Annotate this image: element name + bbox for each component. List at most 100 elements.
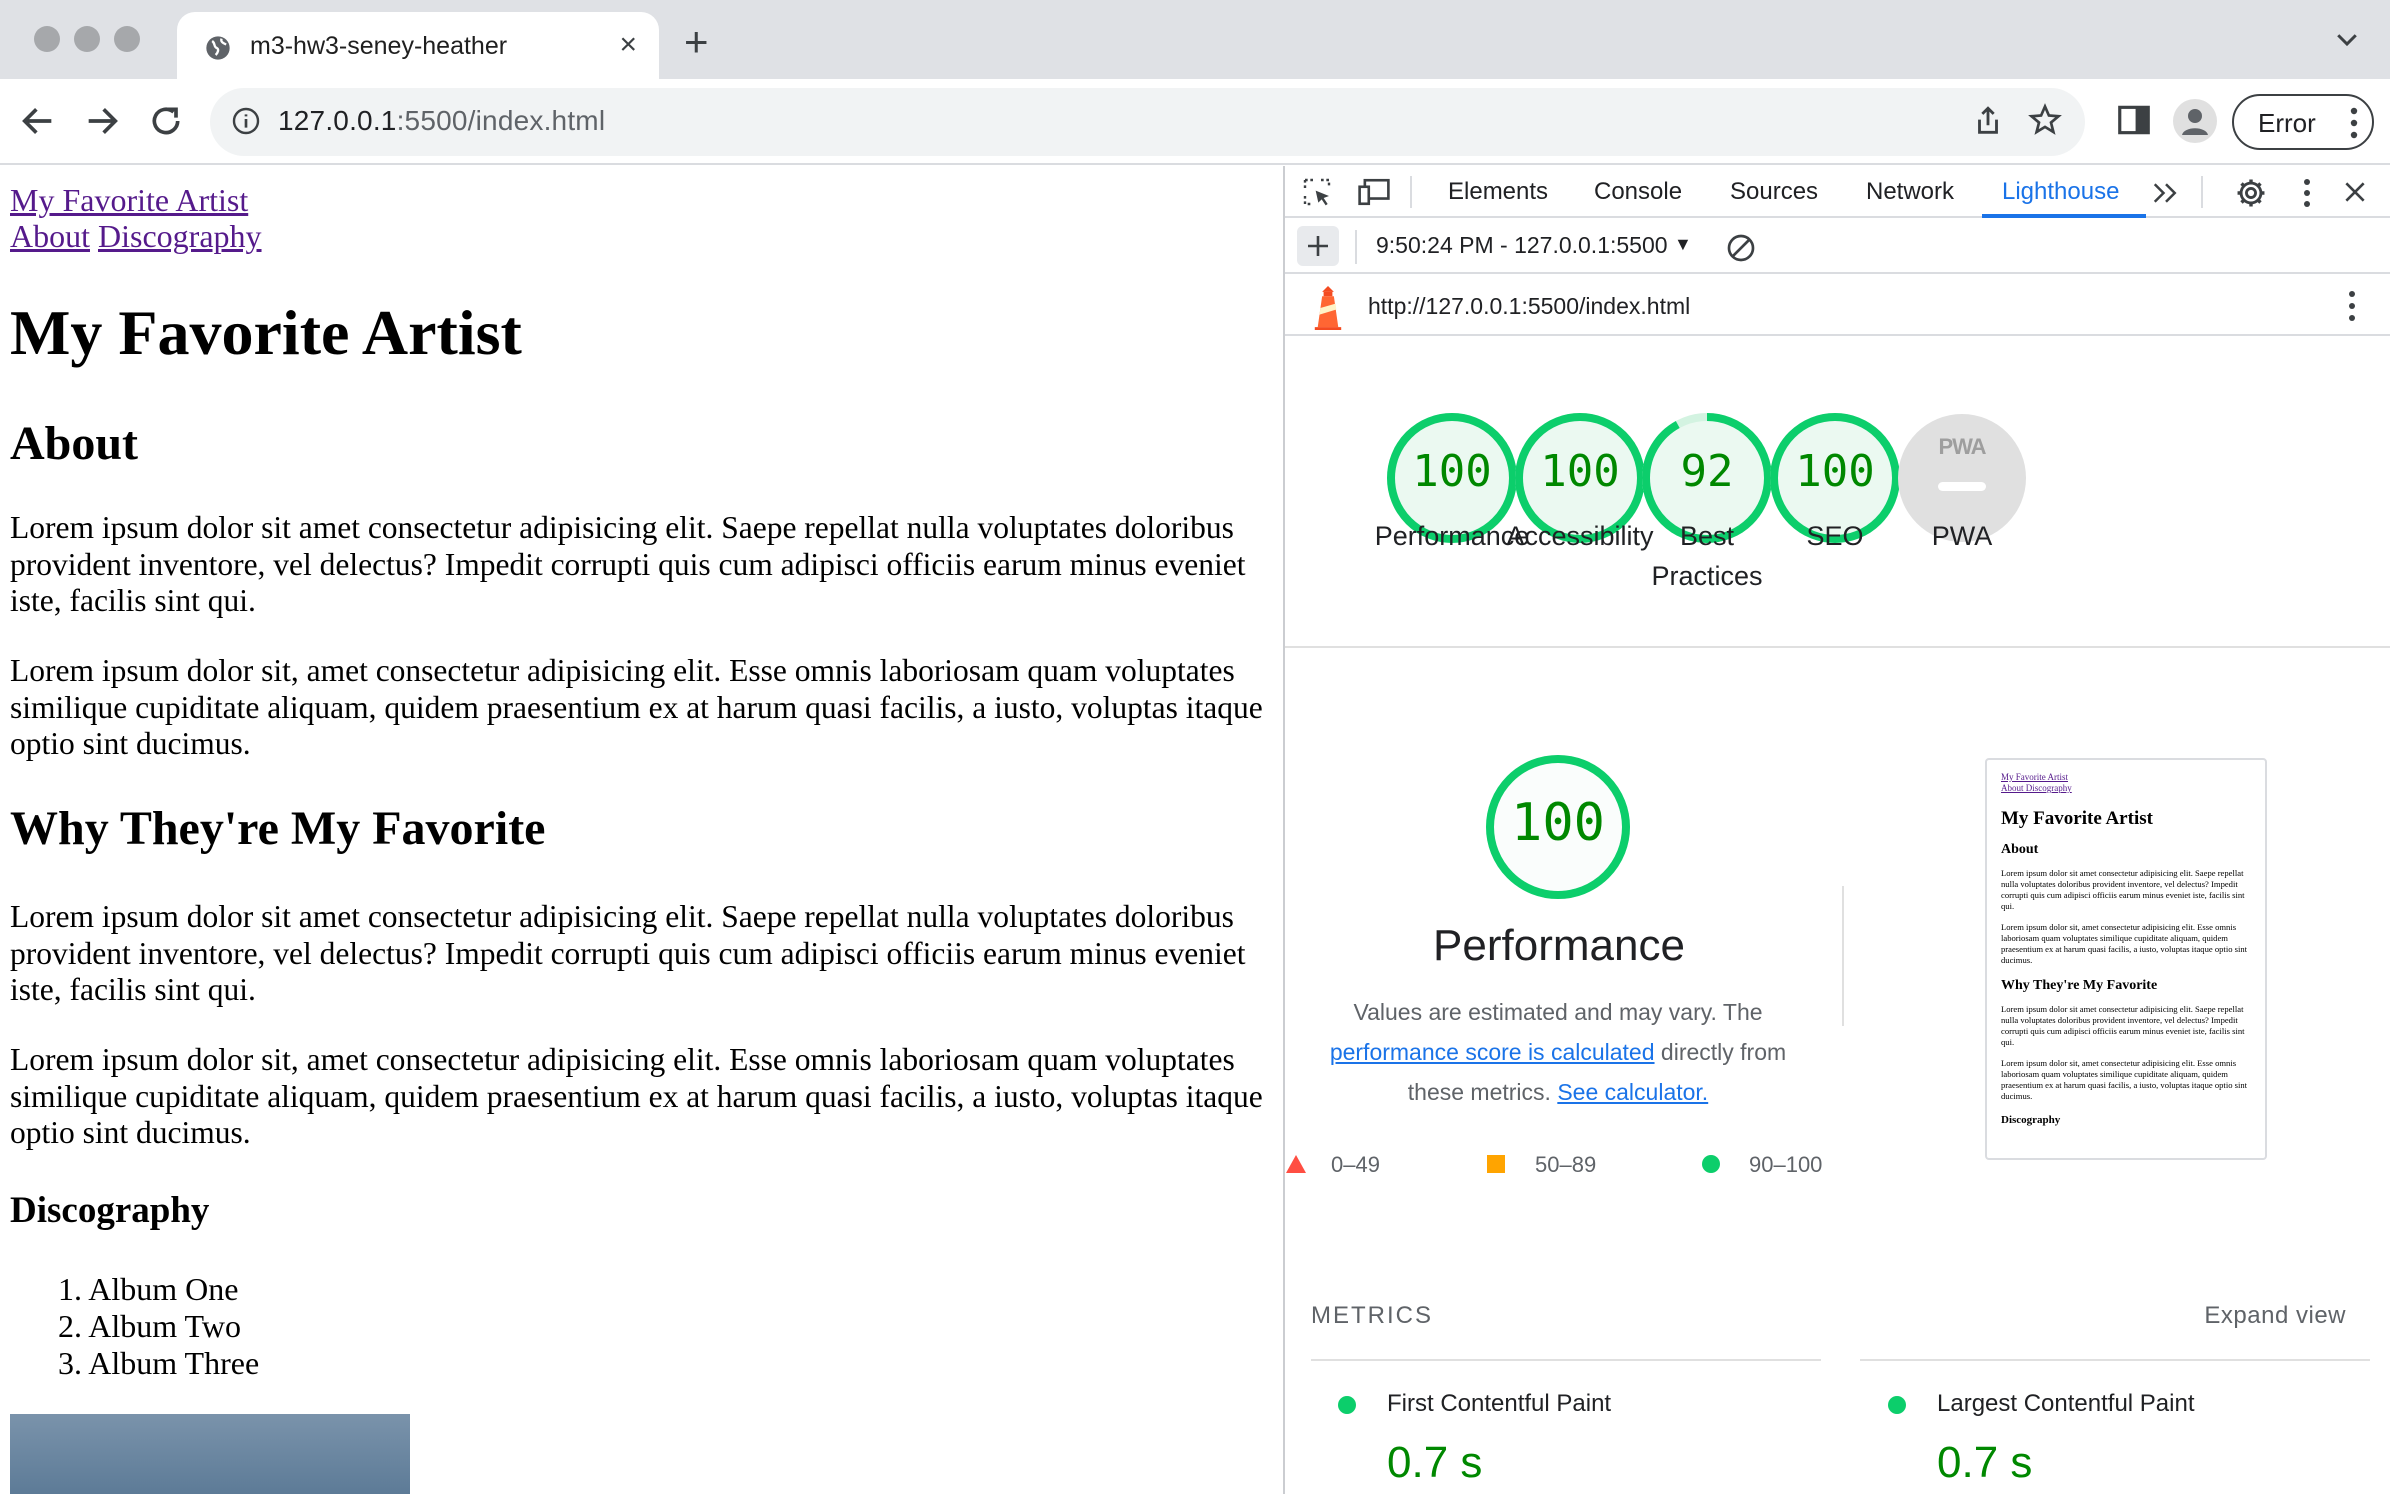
pass-circle-icon xyxy=(1888,1396,1906,1414)
toolbar-divider xyxy=(1355,230,1357,264)
active-tab-indicator xyxy=(1982,214,2146,218)
clear-reports-icon[interactable] xyxy=(1725,232,1757,264)
url-text[interactable]: 127.0.0.1:5500/index.html xyxy=(278,105,605,137)
performance-score-gauge: 100 xyxy=(1482,751,1634,903)
gauge-score: 92 xyxy=(1680,446,1734,497)
final-screenshot-thumbnail[interactable]: My Favorite Artist About Discography My … xyxy=(1985,758,2267,1160)
report-url-bar: http://127.0.0.1:5500/index.html xyxy=(1285,276,2390,336)
inspect-element-icon[interactable] xyxy=(1301,176,1333,208)
see-calculator-link[interactable]: See calculator. xyxy=(1557,1079,1708,1105)
toolbar-divider xyxy=(1410,176,1412,208)
about-paragraph-2: Lorem ipsum dolor sit, amet consectetur … xyxy=(10,653,1263,761)
thumb-link: My Favorite Artist xyxy=(2001,772,2068,782)
gauge-label: PWA xyxy=(1931,521,1993,551)
performance-title: Performance xyxy=(1433,921,1685,970)
tab-console[interactable]: Console xyxy=(1594,178,1682,206)
toolbar-divider xyxy=(2201,176,2203,208)
legend-average-label: 50–89 xyxy=(1535,1152,1597,1177)
tab-elements[interactable]: Elements xyxy=(1448,178,1548,206)
discography-heading: Discography xyxy=(10,1190,210,1231)
desc-text: these metrics. xyxy=(1407,1079,1551,1105)
more-vert-icon[interactable] xyxy=(2348,290,2356,322)
window-minimize-button[interactable] xyxy=(74,26,100,52)
thumb-subheading: Discography xyxy=(2001,1114,2061,1126)
thumb-heading: My Favorite Artist xyxy=(2001,808,2153,829)
gauge-score: 100 xyxy=(1412,446,1492,497)
lighthouse-report-bar: 9:50:24 PM - 127.0.0.1:5500 ▼ xyxy=(1285,220,2390,274)
devtools-tab-bar: Elements Console Sources Network Lightho… xyxy=(1285,166,2390,218)
bookmark-star-icon[interactable] xyxy=(2027,102,2063,138)
expand-view-toggle[interactable]: Expand view xyxy=(2204,1302,2346,1330)
more-tabs-chevron-icon[interactable] xyxy=(2151,180,2181,206)
tab-title: m3-hw3-seney-heather xyxy=(250,32,508,60)
gear-icon[interactable] xyxy=(2234,176,2268,210)
lighthouse-logo-icon xyxy=(1314,286,1342,330)
side-panel-icon[interactable] xyxy=(2115,101,2153,139)
forward-arrow-icon[interactable] xyxy=(82,101,122,141)
new-tab-button[interactable]: + xyxy=(684,18,709,66)
browser-tab-strip: m3-hw3-seney-heather × + xyxy=(0,0,2390,79)
vertical-divider xyxy=(1842,886,1844,1026)
report-selector[interactable]: 9:50:24 PM - 127.0.0.1:5500 ▼ xyxy=(1376,232,1692,259)
window-close-button[interactable] xyxy=(34,26,60,52)
plus-icon xyxy=(1308,236,1328,256)
legend-fail-label: 0–49 xyxy=(1331,1152,1380,1177)
more-vert-icon[interactable] xyxy=(2303,178,2311,208)
browser-toolbar: 127.0.0.1:5500/index.html Error xyxy=(0,79,2390,165)
score-calculated-link[interactable]: performance score is calculated xyxy=(1330,1039,1655,1065)
thumb-paragraph: Lorem ipsum dolor sit amet consectetur a… xyxy=(2001,1004,2245,1047)
profile-avatar[interactable] xyxy=(2173,99,2217,143)
share-icon[interactable] xyxy=(1971,104,2005,138)
thumb-subheading: Why They're My Favorite xyxy=(2001,978,2158,993)
back-arrow-icon[interactable] xyxy=(18,101,58,141)
tab-lighthouse[interactable]: Lighthouse xyxy=(2002,178,2119,206)
report-url: http://127.0.0.1:5500/index.html xyxy=(1368,293,1691,319)
artist-image xyxy=(10,1414,410,1494)
album-item: 1. Album One xyxy=(58,1271,239,1307)
nav-discography-link[interactable]: Discography xyxy=(98,218,262,254)
metric-value: 0.7 s xyxy=(1387,1438,1483,1487)
dropdown-triangle-icon: ▼ xyxy=(1673,234,1692,254)
new-report-button[interactable] xyxy=(1297,226,1339,266)
about-heading: About xyxy=(10,417,139,470)
report-time: 9:50:24 PM - 127.0.0.1:5500 xyxy=(1376,232,1668,258)
pass-circle-icon xyxy=(1338,1396,1356,1414)
nav-about-link[interactable]: About xyxy=(10,218,90,254)
address-bar[interactable]: 127.0.0.1:5500/index.html xyxy=(210,88,2085,156)
window-maximize-button[interactable] xyxy=(114,26,140,52)
site-info-icon[interactable] xyxy=(230,105,262,137)
score-legend: 0–49 50–89 90–100 xyxy=(1285,1146,1845,1186)
thumb-paragraph: Lorem ipsum dolor sit, amet consectetur … xyxy=(2001,922,2248,965)
error-label: Error xyxy=(2258,108,2316,138)
why-paragraph-1: Lorem ipsum dolor sit amet consectetur a… xyxy=(10,899,1246,1007)
album-list: 1. Album One 2. Album Two 3. Album Three xyxy=(58,1271,259,1382)
legend-pass-label: 90–100 xyxy=(1749,1152,1823,1177)
close-icon[interactable] xyxy=(2342,179,2368,205)
thumb-paragraph: Lorem ipsum dolor sit amet consectetur a… xyxy=(2001,868,2245,911)
nav-title-link[interactable]: My Favorite Artist xyxy=(10,182,248,218)
performance-score-value: 100 xyxy=(1511,793,1605,853)
performance-description: Values are estimated and may vary. The p… xyxy=(1303,992,1813,1112)
browser-tab[interactable]: m3-hw3-seney-heather × xyxy=(177,12,659,79)
thumb-link: About Discography xyxy=(2001,783,2072,793)
page-heading: My Favorite Artist xyxy=(10,297,522,368)
square-icon xyxy=(1487,1155,1505,1173)
tab-sources[interactable]: Sources xyxy=(1730,178,1818,206)
device-toolbar-icon[interactable] xyxy=(1357,176,1391,208)
person-icon xyxy=(2182,109,2208,135)
tab-close-icon[interactable]: × xyxy=(619,28,637,62)
gauge-score: 100 xyxy=(1795,446,1875,497)
metric-divider xyxy=(1860,1359,2370,1361)
reload-icon[interactable] xyxy=(146,101,186,141)
tab-network[interactable]: Network xyxy=(1866,178,1954,206)
globe-icon xyxy=(206,36,230,60)
chevron-down-icon[interactable] xyxy=(2332,24,2362,54)
gauge-score: 100 xyxy=(1540,446,1620,497)
profile-error-button[interactable]: Error xyxy=(2232,94,2374,150)
album-item: 2. Album Two xyxy=(58,1308,241,1344)
metrics-header: METRICS xyxy=(1311,1302,1433,1329)
more-vert-icon[interactable] xyxy=(2350,106,2358,140)
why-heading: Why They're My Favorite xyxy=(10,802,546,855)
desc-text: directly from xyxy=(1660,1039,1787,1065)
circle-icon xyxy=(1702,1155,1720,1173)
